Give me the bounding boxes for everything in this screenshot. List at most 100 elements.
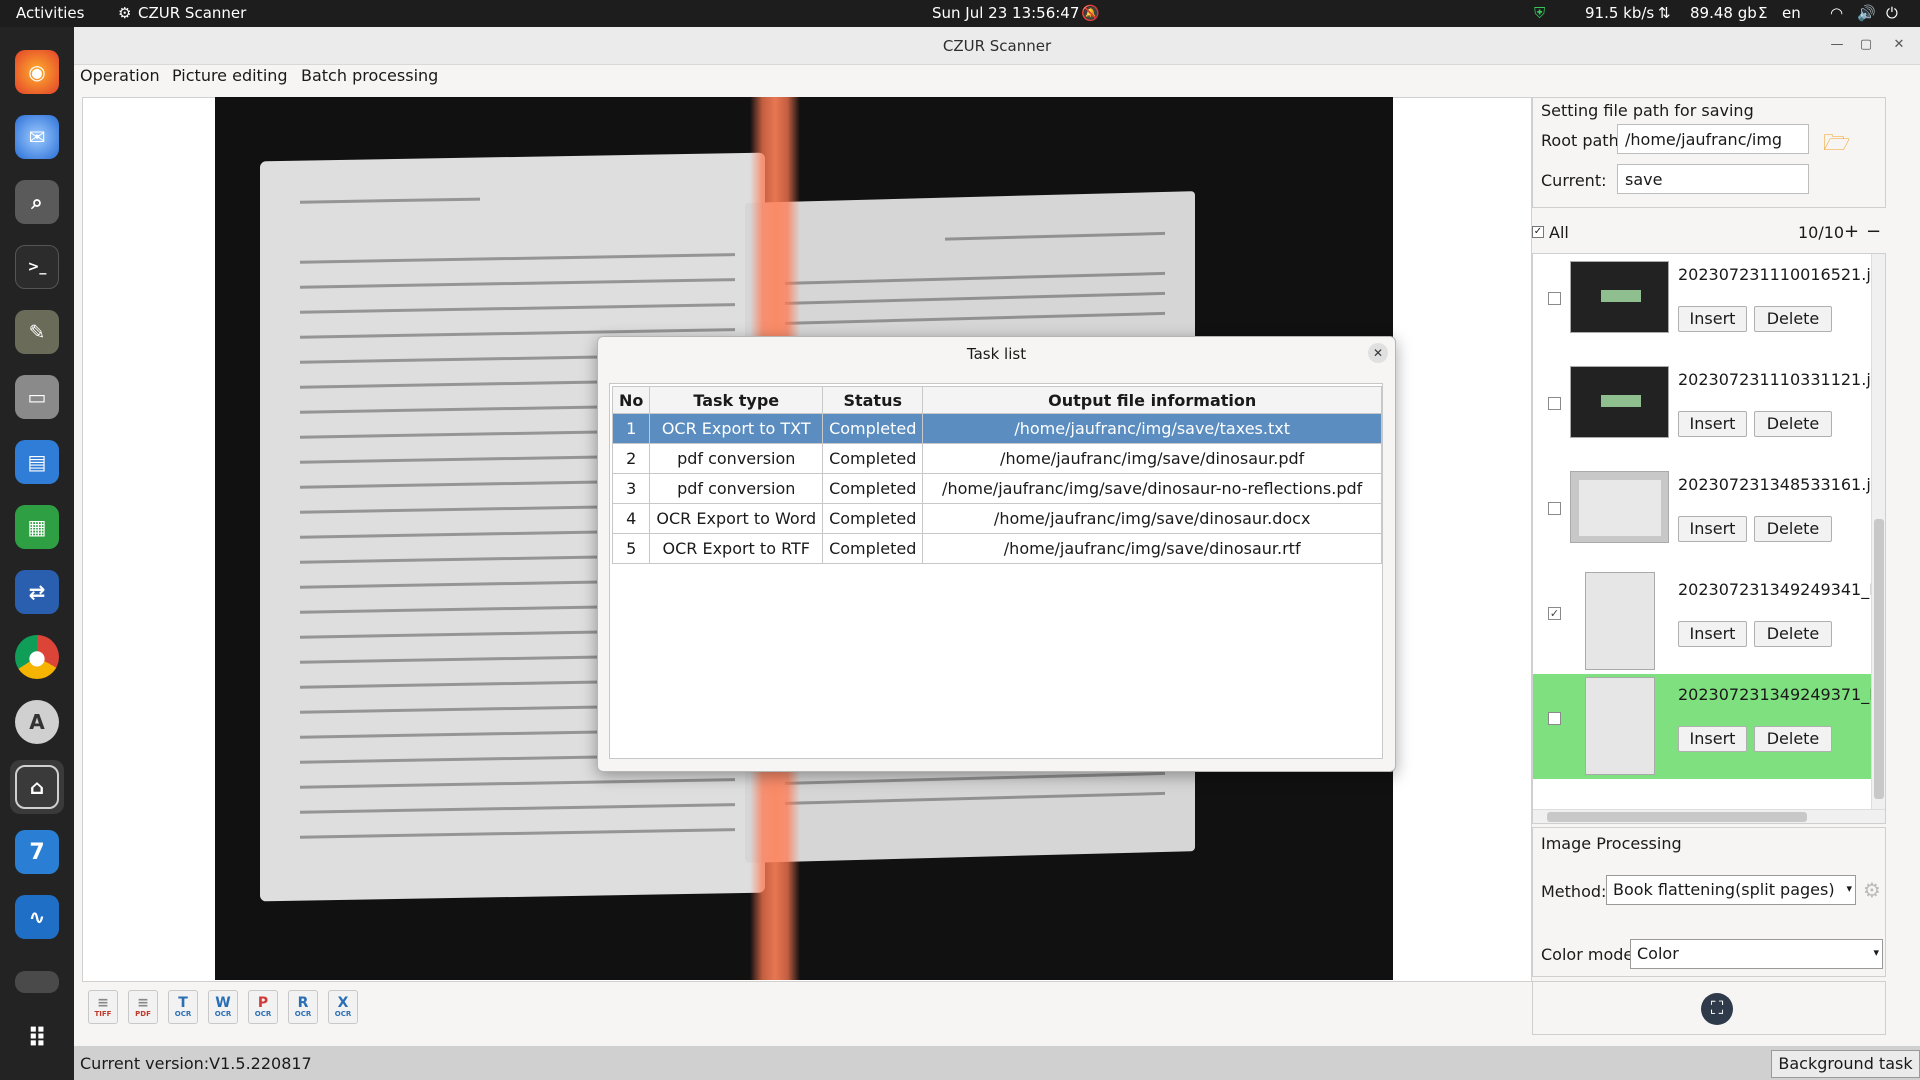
status-bar: Current version:V1.5.220817 Background t…	[74, 1046, 1920, 1080]
horizontal-scrollbar[interactable]	[1533, 809, 1885, 823]
item-filename: 202307231349249371_R.jp	[1678, 685, 1886, 704]
export-pdf-button[interactable]: ≡ PDF	[128, 990, 158, 1024]
dock-thunderbird[interactable]: ✉	[10, 110, 64, 164]
ocr-rtf-button[interactable]: R OCR	[288, 990, 318, 1024]
color-mode-select[interactable]: Color ▾	[1630, 939, 1883, 969]
insert-button[interactable]: Insert	[1678, 411, 1747, 437]
sigma-icon: Σ	[1758, 4, 1768, 22]
dock-calc[interactable]: ▦	[10, 500, 64, 554]
list-item[interactable]: 202307231110331121.jpg Insert Delete	[1533, 359, 1885, 464]
table-row[interactable]: 3 pdf conversion Completed /home/jaufran…	[611, 473, 1382, 504]
language-indicator[interactable]: en	[1782, 4, 1801, 22]
thumbnail-image	[1585, 572, 1655, 670]
menu-operation[interactable]: Operation	[80, 66, 160, 85]
insert-button[interactable]: Insert	[1678, 726, 1747, 752]
thumbnail-image	[1570, 261, 1669, 333]
export-tiff-button[interactable]: ≡ TIFF	[88, 990, 118, 1024]
delete-button[interactable]: Delete	[1754, 621, 1832, 647]
dock-remote[interactable]: ⇄	[10, 565, 64, 619]
select-all-checkbox[interactable]: ✓	[1532, 226, 1544, 238]
list-item[interactable]: 202307231348533161.jpg Insert Delete	[1533, 464, 1885, 569]
scroll-thumb[interactable]	[1874, 519, 1884, 799]
dock-monitor[interactable]: ∿	[10, 890, 64, 944]
insert-button[interactable]: Insert	[1678, 516, 1747, 542]
dock-firefox[interactable]: ◉	[10, 45, 64, 99]
close-icon[interactable]: ✕	[1368, 343, 1388, 363]
col-no[interactable]: No	[611, 386, 651, 414]
dock-gimp[interactable]: ✎	[10, 305, 64, 359]
show-apps-button[interactable]: ⠿	[10, 1012, 64, 1066]
dock-drive[interactable]	[10, 955, 64, 1009]
menu-batch-processing[interactable]: Batch processing	[301, 66, 438, 85]
thumbnail-image	[1585, 677, 1655, 775]
table-header-row: No Task type Status Output file informat…	[611, 386, 1382, 414]
col-output[interactable]: Output file information	[922, 386, 1382, 414]
insert-button[interactable]: Insert	[1678, 621, 1747, 647]
item-checkbox[interactable]	[1548, 397, 1561, 410]
background-task-button[interactable]: Background task	[1771, 1050, 1920, 1078]
gear-icon[interactable]: ⚙	[1863, 878, 1881, 902]
ocr-excel-button[interactable]: X OCR	[328, 990, 358, 1024]
item-checkbox[interactable]: ✓	[1548, 607, 1561, 620]
current-folder-field[interactable]: save	[1617, 164, 1809, 194]
chevron-down-icon: ▾	[1873, 946, 1879, 959]
table-row[interactable]: 2 pdf conversion Completed /home/jaufran…	[611, 443, 1382, 474]
activities-button[interactable]: Activities	[16, 4, 84, 22]
root-path-field[interactable]: /home/jaufranc/img	[1617, 124, 1809, 154]
close-button[interactable]: ✕	[1889, 35, 1909, 55]
folder-open-icon[interactable]: 🗁	[1823, 126, 1850, 164]
dock-writer[interactable]: ▤	[10, 435, 64, 489]
item-checkbox[interactable]	[1548, 502, 1561, 515]
delete-button[interactable]: Delete	[1754, 516, 1832, 542]
clock[interactable]: Sun Jul 23 13:56:47	[932, 4, 1079, 22]
insert-button[interactable]: Insert	[1678, 306, 1747, 332]
save-path-group: Setting file path for saving Root path: …	[1532, 97, 1886, 208]
maximize-button[interactable]: ▢	[1856, 35, 1876, 55]
method-select[interactable]: Book flattening(split pages) ▾	[1606, 875, 1856, 905]
volume-icon[interactable]: 🔊	[1857, 4, 1876, 22]
vertical-scrollbar[interactable]	[1871, 254, 1885, 809]
dock-search[interactable]: ⌕	[10, 175, 64, 229]
color-mode-label: Color mode:	[1541, 945, 1639, 964]
title-bar[interactable]: CZUR Scanner — ▢ ✕	[74, 27, 1920, 65]
dock-7zip[interactable]: 7	[10, 825, 64, 879]
power-icon[interactable]: ⏻	[1886, 4, 1898, 22]
item-checkbox[interactable]	[1548, 292, 1561, 305]
add-image-button[interactable]: +	[1844, 221, 1859, 242]
table-row[interactable]: 5 OCR Export to RTF Completed /home/jauf…	[611, 533, 1382, 564]
table-row[interactable]: 1 OCR Export to TXT Completed /home/jauf…	[611, 413, 1382, 444]
shield-icon[interactable]: ⛨	[1534, 4, 1545, 22]
app-menu-name[interactable]: CZUR Scanner	[138, 4, 246, 22]
ocr-word-button[interactable]: W OCR	[208, 990, 238, 1024]
item-filename: 202307231110331121.jpg	[1678, 370, 1886, 389]
item-checkbox[interactable]	[1548, 712, 1561, 725]
col-status[interactable]: Status	[822, 386, 924, 414]
ocr-pdf-button[interactable]: P OCR	[248, 990, 278, 1024]
scroll-thumb[interactable]	[1547, 812, 1807, 822]
list-item[interactable]: ✓ 202307231349249341_L.jp Insert Delete	[1533, 569, 1885, 674]
dock-files[interactable]: ▭	[10, 370, 64, 424]
task-table: No Task type Status Output file informat…	[611, 386, 1382, 564]
minimize-button[interactable]: —	[1827, 35, 1847, 55]
dock-terminal[interactable]: >_	[10, 240, 64, 294]
image-processing-group: Image Processing Method: Book flattening…	[1532, 827, 1886, 977]
list-item[interactable]: 2023072311100165​21.jpg Insert Delete	[1533, 254, 1885, 359]
root-path-label: Root path:	[1541, 131, 1625, 150]
dock-czur[interactable]: ⌂	[10, 760, 64, 814]
menu-picture-editing[interactable]: Picture editing	[172, 66, 288, 85]
list-item-selected[interactable]: 202307231349249371_R.jp Insert Delete	[1533, 674, 1885, 779]
remove-image-button[interactable]: −	[1866, 221, 1881, 242]
dock-software[interactable]: A	[10, 695, 64, 749]
ocr-txt-button[interactable]: T OCR	[168, 990, 198, 1024]
table-row[interactable]: 4 OCR Export to Word Completed /home/jau…	[611, 503, 1382, 534]
wifi-icon[interactable]: ◠	[1830, 4, 1843, 22]
delete-button[interactable]: Delete	[1754, 726, 1832, 752]
delete-button[interactable]: Delete	[1754, 306, 1832, 332]
col-task-type[interactable]: Task type	[649, 386, 824, 414]
scan-capture-button[interactable]: ⛶	[1701, 993, 1733, 1025]
dialog-title: Task list	[966, 345, 1027, 363]
dock-chrome[interactable]: ●	[10, 630, 64, 684]
terminal-icon: >_	[15, 245, 59, 289]
thumbnail-list[interactable]: 2023072311100165​21.jpg Insert Delete 20…	[1532, 253, 1886, 824]
delete-button[interactable]: Delete	[1754, 411, 1832, 437]
